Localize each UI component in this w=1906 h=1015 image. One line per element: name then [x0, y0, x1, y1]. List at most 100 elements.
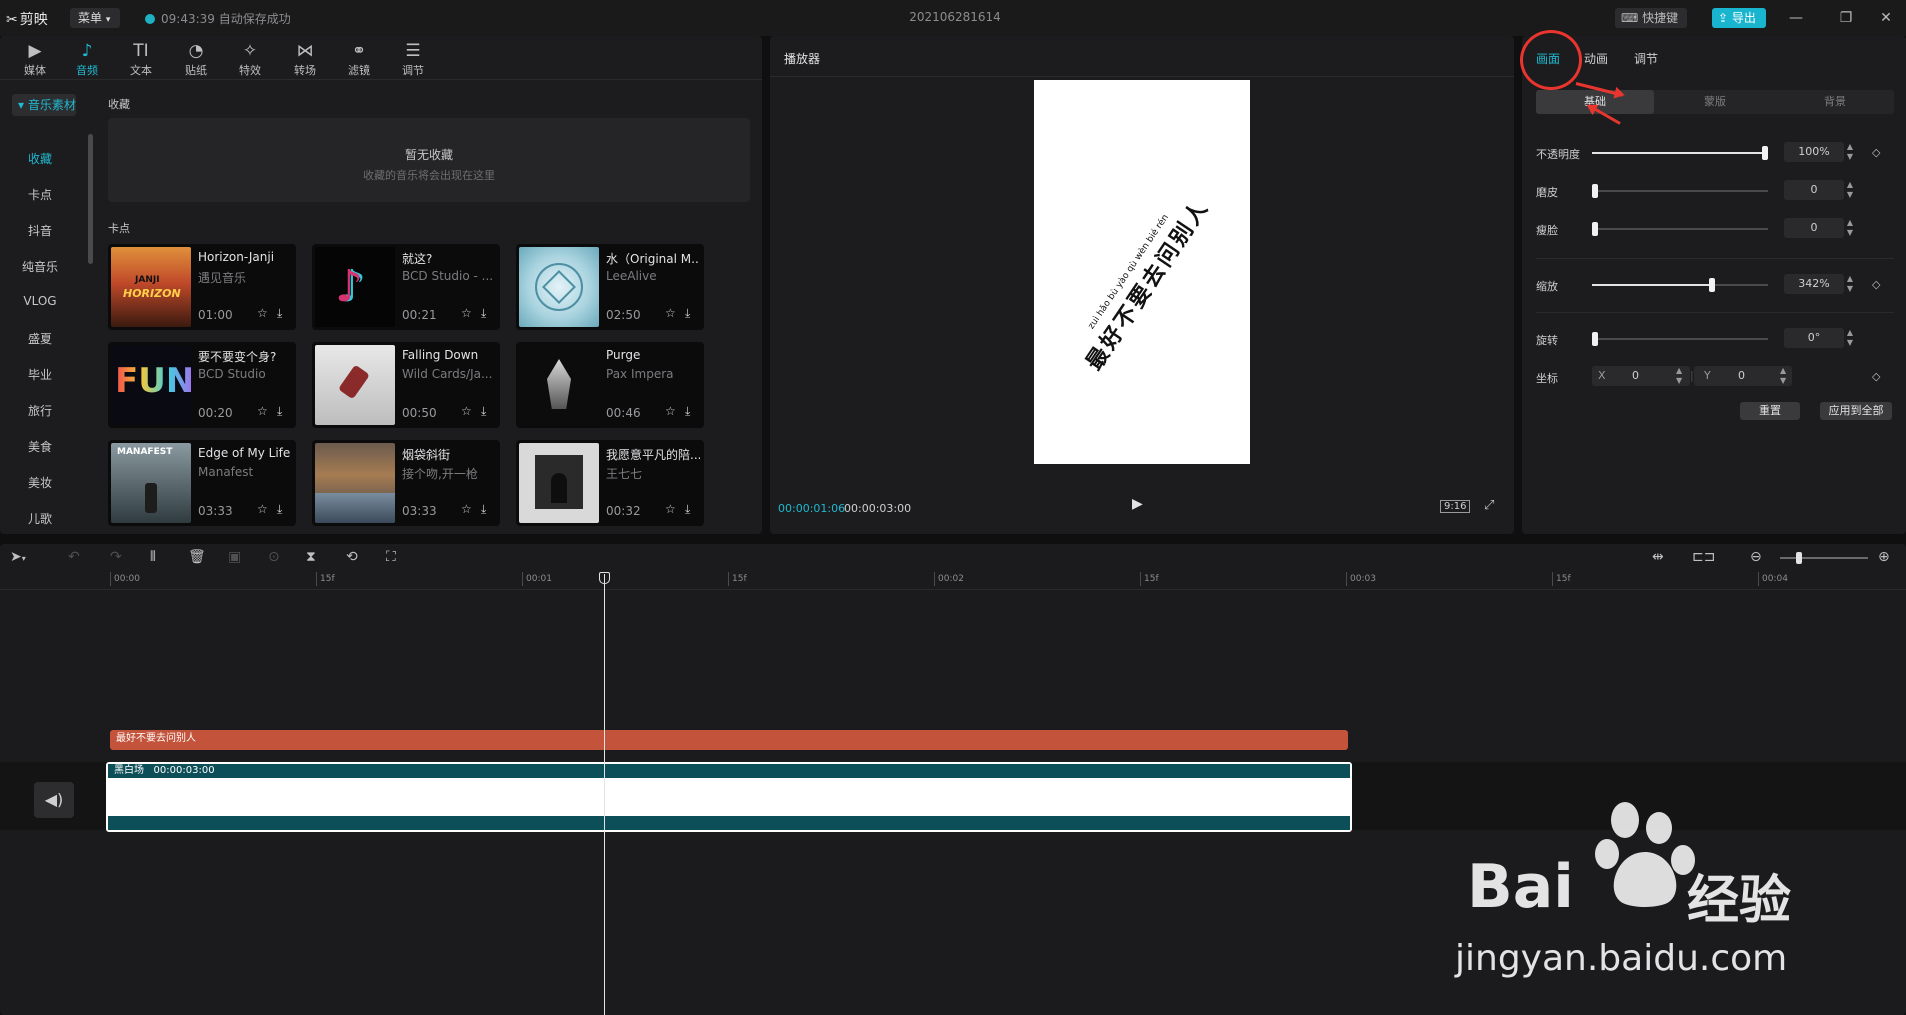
crop-icon[interactable]: ⛶: [386, 549, 396, 565]
favorite-star-icon[interactable]: ☆: [665, 404, 676, 418]
slider-knob[interactable]: [1592, 222, 1598, 236]
sidebar-item-beat[interactable]: 卡点: [0, 186, 80, 203]
zoom-out-icon[interactable]: ⊖: [1750, 549, 1762, 565]
shortcut-button[interactable]: ⌨ 快捷键: [1615, 8, 1687, 28]
minimize-icon[interactable]: —: [1786, 8, 1806, 28]
freeze-icon[interactable]: ▣: [228, 549, 241, 565]
music-card[interactable]: 烟袋斜街 接个吻,开一枪 03:33 ☆ ⤓: [312, 440, 500, 526]
sidebar-item-douyin[interactable]: 抖音: [0, 222, 80, 239]
opacity-slider[interactable]: [1592, 146, 1768, 160]
reverse-icon[interactable]: ⊙: [268, 549, 280, 565]
sub-tab-background[interactable]: 背景: [1776, 90, 1894, 114]
rotate-slider[interactable]: [1592, 332, 1768, 346]
favorite-star-icon[interactable]: ☆: [257, 306, 268, 320]
sidebar-item-graduation[interactable]: 毕业: [0, 366, 80, 383]
tab-animation[interactable]: 动画: [1584, 50, 1608, 67]
spinner-arrows-icon[interactable]: ▲ ▼: [1676, 366, 1682, 386]
scale-value[interactable]: 342%: [1784, 274, 1844, 294]
snap-icon[interactable]: ⇹: [1652, 549, 1664, 565]
close-icon[interactable]: ✕: [1876, 8, 1896, 28]
spinner-arrows-icon[interactable]: ▲ ▼: [1844, 218, 1856, 238]
position-y-field[interactable]: | Y 0 ▲ ▼: [1690, 366, 1792, 386]
menu-button[interactable]: 菜单 ▾: [70, 8, 120, 28]
music-card[interactable]: ♪ 就这? BCD Studio - ... 00:21 ☆ ⤓: [312, 244, 500, 330]
spinner-arrows-icon[interactable]: ▲ ▼: [1844, 274, 1856, 294]
preview-canvas[interactable]: zuì hǎo bù yào qù wèn bié rén 最好不要去问别人: [1034, 80, 1250, 464]
favorite-star-icon[interactable]: ☆: [461, 404, 472, 418]
slider-knob[interactable]: [1762, 146, 1768, 160]
maximize-icon[interactable]: ❐: [1836, 8, 1856, 28]
tool-effects[interactable]: ✧ 特效: [225, 40, 275, 78]
video-clip[interactable]: 黑白场 00:00:03:00: [106, 762, 1352, 832]
sidebar-item-pure-music[interactable]: 纯音乐: [0, 258, 80, 275]
apply-all-button[interactable]: 应用到全部: [1820, 402, 1892, 420]
split-icon[interactable]: ⫴: [150, 549, 156, 565]
download-icon[interactable]: ⤓: [481, 404, 486, 419]
export-button[interactable]: ⇪ 导出: [1712, 8, 1766, 28]
slim-value[interactable]: 0: [1784, 218, 1844, 238]
keyframe-diamond-icon[interactable]: ◇: [1872, 370, 1880, 383]
spinner-arrows-icon[interactable]: ▲ ▼: [1844, 328, 1856, 348]
sidebar-header[interactable]: ▾ 音乐素材: [12, 94, 76, 116]
download-icon[interactable]: ⤓: [277, 502, 282, 517]
download-icon[interactable]: ⤓: [685, 502, 690, 517]
sidebar-item-food[interactable]: 美食: [0, 438, 80, 455]
tool-audio[interactable]: ♪ 音频: [62, 40, 112, 78]
smooth-slider[interactable]: [1592, 184, 1768, 198]
mute-track-icon[interactable]: ◀): [34, 782, 74, 818]
music-card[interactable]: JANJI HORIZON Horizon-Janji 遇见音乐 01:00 ☆…: [108, 244, 296, 330]
undo-icon[interactable]: ↶: [68, 549, 80, 565]
rotate-value[interactable]: 0°: [1784, 328, 1844, 348]
music-card[interactable]: Purge Pax Impera 00:46 ☆ ⤓: [516, 342, 704, 428]
reset-button[interactable]: 重置: [1740, 402, 1800, 420]
favorite-star-icon[interactable]: ☆: [665, 306, 676, 320]
scale-slider[interactable]: [1592, 278, 1768, 292]
slider-knob[interactable]: [1709, 278, 1715, 292]
aspect-ratio-button[interactable]: 9:16: [1440, 500, 1471, 513]
tool-media[interactable]: ▶ 媒体: [10, 40, 60, 78]
sidebar-item-summer[interactable]: 盛夏: [0, 330, 80, 347]
rotate-icon[interactable]: ⟲: [346, 549, 358, 565]
play-icon[interactable]: ▶: [1132, 496, 1143, 512]
slim-slider[interactable]: [1592, 222, 1768, 236]
music-card[interactable]: FUN 要不要变个身? BCD Studio 00:20 ☆ ⤓: [108, 342, 296, 428]
tool-filter[interactable]: ⚭ 滤镜: [334, 40, 384, 78]
text-clip[interactable]: 最好不要去问别人: [110, 730, 1348, 750]
sidebar-scrollbar[interactable]: [88, 134, 93, 264]
sub-tab-mask[interactable]: 蒙版: [1656, 90, 1774, 114]
music-card[interactable]: 水（Original M... LeeAlive 02:50 ☆ ⤓: [516, 244, 704, 330]
spinner-arrows-icon[interactable]: ▲ ▼: [1844, 142, 1856, 162]
fullscreen-icon[interactable]: ⤢: [1484, 498, 1494, 513]
sidebar-item-favorites[interactable]: 收藏: [0, 150, 80, 167]
keyframe-diamond-icon[interactable]: ◇: [1872, 278, 1880, 291]
tool-transition[interactable]: ⋈ 转场: [280, 40, 330, 78]
select-cursor-icon[interactable]: ➤▾: [10, 549, 26, 565]
tool-sticker[interactable]: ◔ 贴纸: [171, 40, 221, 78]
favorite-star-icon[interactable]: ☆: [257, 404, 268, 418]
tool-text[interactable]: TI 文本: [116, 40, 166, 78]
spinner-arrows-icon[interactable]: ▲ ▼: [1844, 180, 1856, 200]
download-icon[interactable]: ⤓: [685, 404, 690, 419]
download-icon[interactable]: ⤓: [277, 306, 282, 321]
sidebar-item-makeup[interactable]: 美妆: [0, 474, 80, 491]
redo-icon[interactable]: ↷: [110, 549, 122, 565]
mirror-icon[interactable]: ⧗: [306, 549, 316, 565]
favorite-star-icon[interactable]: ☆: [665, 502, 676, 516]
slider-knob[interactable]: [1592, 184, 1598, 198]
music-card[interactable]: Falling Down Wild Cards/Ja... 00:50 ☆ ⤓: [312, 342, 500, 428]
tool-adjust[interactable]: ☰ 调节: [388, 40, 438, 78]
sidebar-item-kids[interactable]: 儿歌: [0, 510, 80, 527]
playhead[interactable]: [604, 574, 605, 1015]
favorite-star-icon[interactable]: ☆: [461, 502, 472, 516]
delete-icon[interactable]: 🗑: [188, 549, 206, 565]
zoom-in-icon[interactable]: ⊕: [1878, 549, 1890, 565]
opacity-value[interactable]: 100%: [1784, 142, 1844, 162]
favorite-star-icon[interactable]: ☆: [257, 502, 268, 516]
position-x-field[interactable]: X 0 ▲ ▼: [1592, 366, 1690, 386]
tab-adjust[interactable]: 调节: [1634, 50, 1658, 67]
download-icon[interactable]: ⤓: [481, 306, 486, 321]
link-icon[interactable]: ⊏⊐: [1692, 549, 1715, 565]
slider-knob[interactable]: [1796, 552, 1802, 564]
keyframe-diamond-icon[interactable]: ◇: [1872, 146, 1880, 159]
sidebar-item-travel[interactable]: 旅行: [0, 402, 80, 419]
